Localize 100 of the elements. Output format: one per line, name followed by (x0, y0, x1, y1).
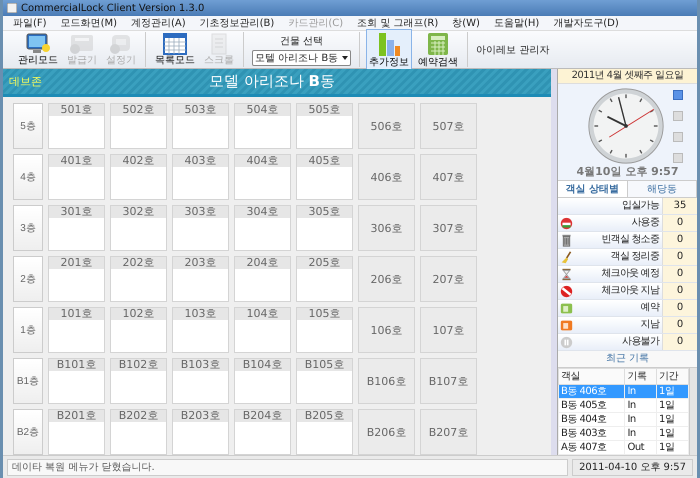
tab[interactable]: 해당동 (628, 181, 697, 197)
recent-title: 최근 기록 (558, 351, 697, 368)
room-card[interactable]: B101호 (48, 358, 105, 404)
room-card[interactable]: B203호 (172, 409, 229, 455)
room-card[interactable]: 304호 (234, 205, 291, 251)
room-card[interactable]: 203호 (172, 256, 229, 302)
room-card[interactable]: 202호 (110, 256, 167, 302)
date-header: 2011년 4월 셋째주 일요일 (558, 69, 697, 84)
building-dropdown[interactable]: 모텔 아리조나 B동 (252, 50, 352, 66)
toolbar-button[interactable]: 관리모드 (15, 31, 61, 68)
menu-item[interactable]: 조회 및 그래프(R) (357, 16, 438, 30)
car-icon (560, 216, 573, 230)
grid-icon (162, 33, 188, 55)
room-card[interactable]: B205호 (296, 409, 353, 455)
toolbar-button[interactable]: 추가정보 (366, 29, 412, 70)
toolbar-button[interactable]: 예약검색 (415, 29, 462, 70)
room-card[interactable]: B105호 (296, 358, 353, 404)
table-cell: In (624, 398, 656, 413)
menu-item[interactable]: 도움말(H) (494, 16, 540, 30)
room-button[interactable]: 406호 (358, 154, 415, 200)
floor-button[interactable]: 2층 (13, 256, 43, 302)
room-button[interactable]: B206호 (358, 409, 415, 455)
room-button[interactable]: 507호 (420, 103, 477, 149)
room-card[interactable]: 103호 (172, 307, 229, 353)
room-card[interactable]: 105호 (296, 307, 353, 353)
menu-item[interactable]: 기초정보관리(B) (200, 16, 274, 30)
status-count: 0 (662, 300, 697, 316)
room-button[interactable]: 506호 (358, 103, 415, 149)
room-card[interactable]: 503호 (172, 103, 229, 149)
floor-button[interactable]: 4층 (13, 154, 43, 200)
room-button[interactable]: B106호 (358, 358, 415, 404)
room-card[interactable]: B104호 (234, 358, 291, 404)
room-card[interactable]: 301호 (48, 205, 105, 251)
status-count: 0 (662, 283, 697, 299)
room-card[interactable]: 102호 (110, 307, 167, 353)
room-card[interactable]: B202호 (110, 409, 167, 455)
status-count: 0 (662, 266, 697, 282)
room-card[interactable]: B103호 (172, 358, 229, 404)
room-button[interactable]: 307호 (420, 205, 477, 251)
room-card[interactable]: 505호 (296, 103, 353, 149)
menu-item[interactable]: 창(W) (452, 16, 480, 30)
room-card[interactable]: 501호 (48, 103, 105, 149)
room-card[interactable]: 101호 (48, 307, 105, 353)
status-label: 객실 정리중 (610, 251, 659, 263)
toolbar-button[interactable]: 목록모드 (152, 31, 198, 68)
calendar-icon (560, 318, 573, 332)
room-card[interactable]: B201호 (48, 409, 105, 455)
room-card[interactable]: 305호 (296, 205, 353, 251)
room-card[interactable]: 404호 (234, 154, 291, 200)
status-count: 35 (662, 198, 697, 214)
status-label: 체크아웃 지남 (601, 285, 659, 297)
room-card[interactable]: 205호 (296, 256, 353, 302)
menu-item[interactable]: 개발자도구(D) (553, 16, 619, 30)
floor-button[interactable]: B2층 (13, 409, 43, 455)
room-card[interactable]: 104호 (234, 307, 291, 353)
column-header[interactable]: 기간 (656, 368, 688, 385)
room-card[interactable]: 303호 (172, 205, 229, 251)
page-indicator[interactable] (672, 90, 682, 100)
status-label: 입실가능 (622, 200, 659, 212)
room-card[interactable]: 204호 (234, 256, 291, 302)
room-card[interactable]: B102호 (110, 358, 167, 404)
status-label: 예약 (640, 302, 659, 314)
table-cell: In (624, 426, 656, 440)
menu-item[interactable]: 계정관리(A) (131, 16, 186, 30)
room-button[interactable]: 106호 (358, 307, 415, 353)
scrollbar[interactable] (551, 69, 557, 455)
room-card[interactable]: B204호 (234, 409, 291, 455)
room-card[interactable]: 403호 (172, 154, 229, 200)
room-button[interactable]: 206호 (358, 256, 415, 302)
room-button[interactable]: 407호 (420, 154, 477, 200)
clock-text: 4월10일 오후 9:57 (576, 165, 678, 179)
room-card[interactable]: 302호 (110, 205, 167, 251)
monitor-icon (25, 33, 51, 55)
room-card[interactable]: 502호 (110, 103, 167, 149)
room-button[interactable]: 306호 (358, 205, 415, 251)
room-card[interactable]: 405호 (296, 154, 353, 200)
room-card[interactable]: 401호 (48, 154, 105, 200)
room-button[interactable]: 107호 (420, 307, 477, 353)
app-icon (7, 3, 17, 13)
status-label: 지남 (640, 319, 659, 331)
floor-button[interactable]: B1층 (13, 358, 43, 404)
room-button[interactable]: B107호 (420, 358, 477, 404)
trash-can-icon (560, 234, 573, 246)
column-header[interactable]: 객실 (558, 368, 625, 385)
status-label: 사용불가 (622, 336, 659, 348)
pause-icon (560, 336, 573, 348)
room-card[interactable]: 504호 (234, 103, 291, 149)
menu-item[interactable]: 파일(F) (13, 16, 47, 30)
floor-button[interactable]: 3층 (13, 205, 43, 251)
floor-button[interactable]: 1층 (13, 307, 43, 353)
table-cell: B동 406호 (558, 384, 625, 399)
floor-button[interactable]: 5층 (13, 103, 43, 149)
room-button[interactable]: B207호 (420, 409, 477, 455)
table-cell: 1일 (656, 398, 688, 413)
column-header[interactable]: 기록 (624, 368, 656, 385)
room-card[interactable]: 402호 (110, 154, 167, 200)
room-button[interactable]: 207호 (420, 256, 477, 302)
status-datetime: 2011-04-10 오후 9:57 (572, 458, 693, 476)
room-card[interactable]: 201호 (48, 256, 105, 302)
menu-item[interactable]: 모드화면(M) (60, 16, 117, 30)
